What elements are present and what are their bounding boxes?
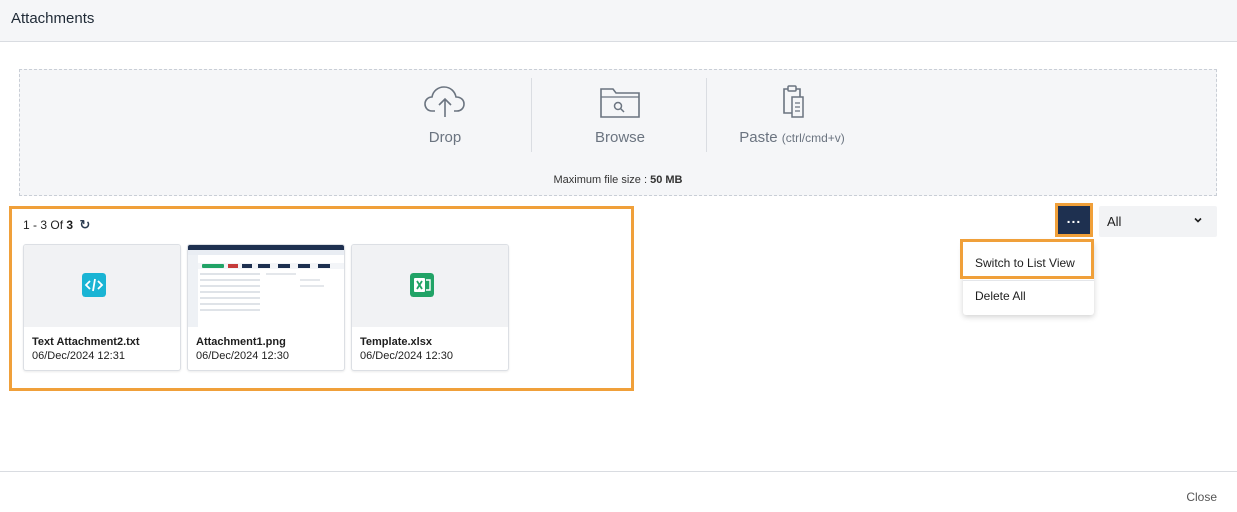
menu-item-label: Switch to List View <box>975 256 1075 270</box>
filter-value: All <box>1107 214 1122 229</box>
dialog-title: Attachments <box>11 10 95 27</box>
of-label: Of <box>50 218 64 232</box>
attachment-date: 06/Dec/2024 12:30 <box>360 350 453 362</box>
browse-option[interactable]: Browse <box>585 84 655 146</box>
close-button[interactable]: Close <box>1186 490 1217 504</box>
max-file-size: Maximum file size : 50 MB <box>20 174 1216 186</box>
max-size-label: Maximum file size : <box>553 174 648 186</box>
delete-all-item[interactable]: Delete All <box>975 289 1026 303</box>
code-file-icon <box>82 273 106 297</box>
browse-label: Browse <box>594 129 646 146</box>
divider <box>531 78 532 152</box>
excel-icon <box>410 273 434 297</box>
filter-select[interactable]: All <box>1099 206 1217 237</box>
attachment-card[interactable]: Attachment1.png 06/Dec/2024 12:30 <box>187 244 345 371</box>
folder-search-icon <box>600 88 640 118</box>
pagination-info: 1 - 3 Of 3 ↻ <box>23 217 90 233</box>
attachment-card[interactable]: Text Attachment2.txt 06/Dec/2024 12:31 <box>23 244 181 371</box>
cloud-upload-icon <box>424 86 465 117</box>
chevron-down-icon <box>1194 217 1202 223</box>
paste-label-row: Paste (ctrl/cmd+v) <box>732 129 852 146</box>
switch-to-list-view-item[interactable]: Switch to List View <box>960 239 1094 279</box>
attachment-date: 06/Dec/2024 12:31 <box>32 350 125 362</box>
paste-hint: (ctrl/cmd+v) <box>781 131 845 145</box>
menu-divider <box>963 280 1094 281</box>
attachment-name: Text Attachment2.txt <box>32 336 140 348</box>
attachment-name: Template.xlsx <box>360 336 432 348</box>
image-thumbnail <box>188 245 344 327</box>
attachment-thumbnail <box>352 245 508 327</box>
max-size-value: 50 MB <box>650 174 683 186</box>
dialog-header: Attachments <box>0 0 1237 42</box>
attachments-gallery: 1 - 3 Of 3 ↻ Text Attachment2.txt 06/Dec… <box>9 206 634 391</box>
drop-option[interactable]: Drop <box>415 84 475 146</box>
attachment-date: 06/Dec/2024 12:30 <box>196 350 289 362</box>
paste-label: Paste <box>739 129 778 146</box>
divider <box>706 78 707 152</box>
upload-dropzone[interactable]: Drop Browse Paste (ctrl/cmd+v) Maximum f… <box>19 69 1217 196</box>
attachment-thumbnail <box>24 245 180 327</box>
attachment-card[interactable]: Template.xlsx 06/Dec/2024 12:30 <box>351 244 509 371</box>
paste-option[interactable]: Paste (ctrl/cmd+v) <box>732 84 852 146</box>
drop-label: Drop <box>428 129 462 146</box>
screenshot-preview <box>188 245 344 327</box>
clipboard-icon <box>783 85 804 118</box>
more-actions-menu: Switch to List View Delete All <box>960 239 1094 315</box>
more-dots: ... <box>1066 210 1082 226</box>
refresh-icon[interactable]: ↻ <box>79 217 90 233</box>
attachment-name: Attachment1.png <box>196 336 286 348</box>
more-actions-button[interactable]: ... <box>1055 203 1093 237</box>
dialog-footer: Close <box>0 471 1237 512</box>
page-range: 1 - 3 <box>23 218 48 232</box>
total-count: 3 <box>66 218 74 232</box>
